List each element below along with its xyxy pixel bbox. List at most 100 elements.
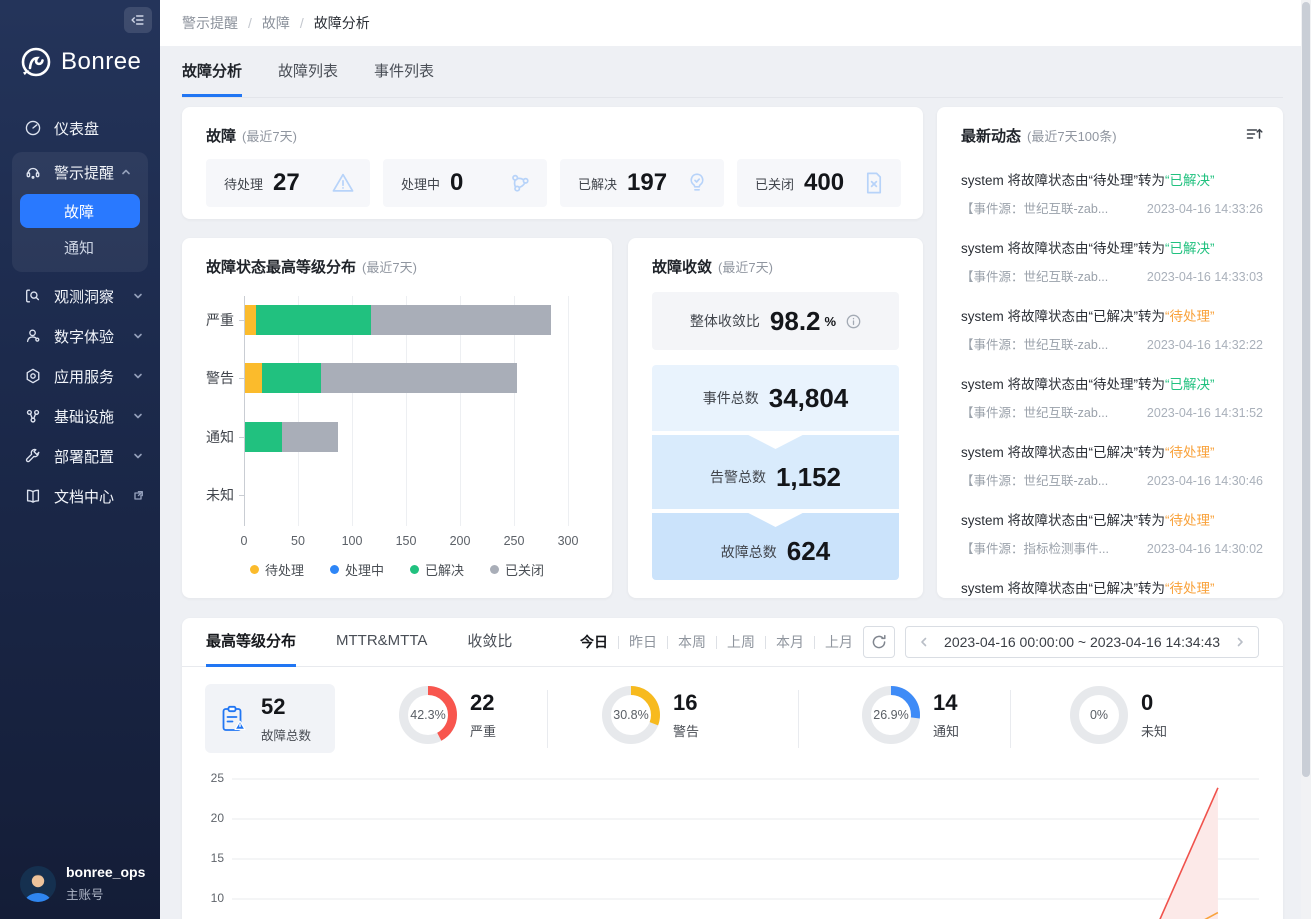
ratio-value: 98.2 (770, 306, 821, 337)
stat-processing[interactable]: 处理中 0 (383, 159, 547, 207)
stat-resolved[interactable]: 已解决 197 (560, 159, 724, 207)
fault-summary-card: 故障(最近7天) 待处理 27 处理中 0 (182, 107, 923, 219)
donut-percent: 26.9% (862, 708, 920, 722)
funnel-label: 故障总数 (721, 542, 777, 562)
range-yesterday[interactable]: 昨日 (629, 632, 678, 652)
fault-total-box: 52 故障总数 (205, 684, 335, 753)
card-title: 故障状态最高等级分布(最近7天) (206, 256, 417, 277)
x-tick-label: 200 (445, 534, 475, 548)
info-icon[interactable] (846, 314, 861, 329)
donut-label: 警告 (673, 721, 699, 740)
date-range-picker[interactable]: 2023-04-16 00:00:00 ~ 2023-04-16 14:34:4… (905, 626, 1259, 658)
tab-event-list[interactable]: 事件列表 (374, 60, 434, 97)
divider (1010, 690, 1011, 748)
tab-mttr-mtta[interactable]: MTTR&MTTA (336, 618, 427, 667)
legend-closed[interactable]: 已关闭 (490, 560, 544, 579)
news-item[interactable]: system 将故障状态由“已解决”转为“待处理”【事件源：世纪互联-zab..… (961, 443, 1263, 491)
severity-distribution-card: 故障状态最高等级分布(最近7天) 严重警告通知未知050100150200250… (182, 238, 612, 598)
user-account[interactable]: bonree_ops 主账号 (20, 864, 145, 903)
stat-pending[interactable]: 待处理 27 (206, 159, 370, 207)
topbar: 警示提醒 / 故障 / 故障分析 (160, 0, 1311, 46)
ratio-unit: % (825, 314, 837, 329)
warning-triangle-icon (330, 170, 356, 196)
donut-value: 16 (673, 690, 699, 716)
sidebar-collapse-button[interactable] (124, 7, 152, 33)
donut-texts: 16 警告 (673, 690, 699, 740)
breadcrumb-item[interactable]: 警示提醒 (182, 13, 238, 33)
news-time: 2023-04-16 14:31:52 (1147, 403, 1263, 423)
legend-processing[interactable]: 处理中 (330, 560, 384, 579)
news-item[interactable]: system 将故障状态由“已解决”转为“待处理” (961, 579, 1263, 598)
sidebar-item-faults[interactable]: 故障 (20, 194, 140, 228)
legend-label: 已解决 (425, 560, 464, 579)
tab-severity-distribution[interactable]: 最高等级分布 (206, 618, 296, 667)
news-item[interactable]: system 将故障状态由“待处理”转为“已解决”【事件源：世纪互联-zab..… (961, 375, 1263, 423)
sidebar-item-docs[interactable]: 文档中心 (0, 476, 160, 516)
sidebar-item-label: 应用服务 (54, 366, 114, 387)
sidebar-item-digital-experience[interactable]: 数字体验 (0, 316, 160, 356)
range-last-week[interactable]: 上周 (727, 632, 776, 652)
tab-convergence-ratio[interactable]: 收敛比 (467, 618, 512, 667)
news-item[interactable]: system 将故障状态由“待处理”转为“已解决”【事件源：世纪互联-zab..… (961, 171, 1263, 219)
infrastructure-nodes-icon (24, 407, 42, 425)
sidebar-collapse-row (0, 0, 160, 40)
news-time: 2023-04-16 14:30:02 (1147, 539, 1263, 559)
legend-dot (250, 565, 259, 574)
breadcrumb-item[interactable]: 故障 (262, 13, 290, 33)
x-tick-label: 250 (499, 534, 529, 548)
range-today[interactable]: 今日 (580, 632, 629, 652)
sidebar-item-alerts[interactable]: 警示提醒 (12, 152, 148, 192)
donut-stat-warning: 30.8% 16 警告 (602, 686, 699, 744)
refresh-button[interactable] (863, 626, 895, 658)
donut-percent: 42.3% (399, 708, 457, 722)
tab-fault-analysis[interactable]: 故障分析 (182, 60, 242, 97)
stat-closed[interactable]: 已关闭 400 (737, 159, 901, 207)
range-this-week[interactable]: 本周 (678, 632, 727, 652)
legend-resolved[interactable]: 已解决 (410, 560, 464, 579)
sidebar-item-app-services[interactable]: 应用服务 (0, 356, 160, 396)
bar-row (245, 305, 551, 335)
donut-stat-notice: 26.9% 14 通知 (862, 686, 959, 744)
sidebar-item-label: 文档中心 (54, 486, 114, 507)
brand-logo[interactable]: Bonree (18, 44, 160, 80)
chevron-down-icon (132, 450, 144, 462)
tab-fault-list[interactable]: 故障列表 (278, 60, 338, 97)
news-item[interactable]: system 将故障状态由“已解决”转为“待处理”【事件源：指标检测事件...2… (961, 511, 1263, 559)
user-role: 主账号 (66, 884, 145, 903)
news-item[interactable]: system 将故障状态由“已解决”转为“待处理”【事件源：世纪互联-zab..… (961, 307, 1263, 355)
axis-tick (239, 495, 244, 496)
sidebar-item-deployment[interactable]: 部署配置 (0, 436, 160, 476)
bar-row (245, 363, 517, 393)
news-status: “已解决” (1165, 173, 1215, 188)
user-experience-icon (24, 327, 42, 345)
legend-pending[interactable]: 待处理 (250, 560, 304, 579)
chevron-right-icon[interactable] (1234, 636, 1246, 648)
latest-activity-card: 最新动态(最近7天100条) system 将故障状态由“待处理”转为“已解决”… (937, 107, 1283, 598)
card-title: 最新动态(最近7天100条) (961, 125, 1117, 146)
range-last-month[interactable]: 上月 (825, 632, 853, 652)
funnel-alerts-row: 告警总数 1,152 (652, 435, 899, 509)
sidebar-item-infrastructure[interactable]: 基础设施 (0, 396, 160, 436)
divider (798, 690, 799, 748)
sidebar-item-label: 数字体验 (54, 326, 114, 347)
sidebar-item-observe[interactable]: 观测洞察 (0, 276, 160, 316)
sidebar-item-dashboard[interactable]: 仪表盘 (0, 108, 160, 148)
x-tick-label: 0 (229, 534, 259, 548)
range-this-month[interactable]: 本月 (776, 632, 825, 652)
news-item[interactable]: system 将故障状态由“待处理”转为“已解决”【事件源：世纪互联-zab..… (961, 239, 1263, 287)
total-value: 52 (261, 694, 311, 720)
scrollbar-thumb[interactable] (1302, 2, 1310, 777)
breadcrumb-separator: / (248, 15, 252, 31)
news-meta: 【事件源：世纪互联-zab...2023-04-16 14:33:26 (961, 199, 1263, 219)
sort-button[interactable] (1245, 125, 1263, 146)
x-tick-label: 100 (337, 534, 367, 548)
news-status: “待处理” (1165, 581, 1215, 596)
news-time: 2023-04-16 14:32:22 (1147, 335, 1263, 355)
user-texts: bonree_ops 主账号 (66, 864, 145, 903)
funnel-label: 事件总数 (703, 388, 759, 408)
news-source: 【事件源：世纪互联-zab... (961, 335, 1108, 355)
sidebar-item-notifications[interactable]: 通知 (20, 230, 140, 264)
card-subtitle: (最近7天100条) (1027, 129, 1117, 144)
chevron-left-icon[interactable] (918, 636, 930, 648)
legend-label: 待处理 (265, 560, 304, 579)
